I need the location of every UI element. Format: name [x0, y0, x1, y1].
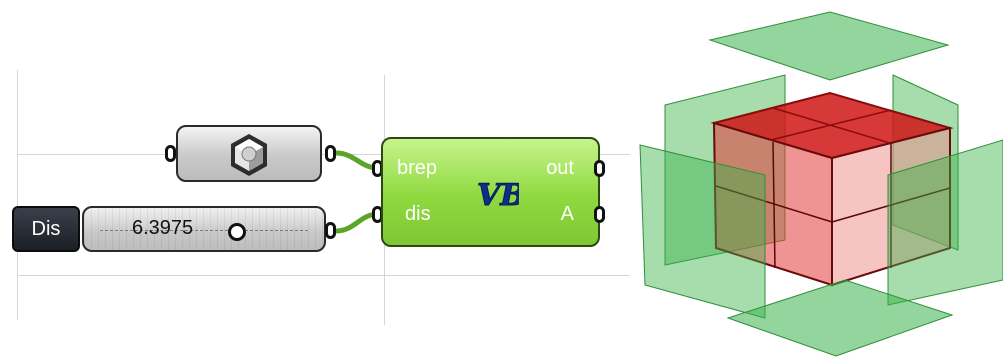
brep-geometry-icon [231, 134, 267, 176]
plane-front-left [639, 144, 766, 319]
slider-value: 6.3975 [132, 217, 194, 239]
grid-line [17, 275, 630, 276]
a-output-grip[interactable] [594, 206, 605, 223]
input-param-brep[interactable]: brep [397, 157, 437, 180]
geometry-input-grip[interactable] [165, 145, 176, 162]
slider-name-label[interactable]: Dis [12, 206, 80, 252]
grid-line [17, 70, 18, 320]
geometry-output-grip[interactable] [325, 145, 336, 162]
grasshopper-canvas[interactable]: Dis 6.3975 brep dis out A VB [0, 0, 630, 361]
output-param-a[interactable]: A [561, 203, 574, 226]
vb-logo-text: VB [477, 178, 519, 213]
number-slider[interactable]: 6.3975 [82, 206, 326, 252]
output-param-out[interactable]: out [546, 157, 574, 180]
plane-top [708, 11, 950, 81]
geometry-parameter-component[interactable] [176, 125, 322, 182]
out-output-grip[interactable] [594, 160, 605, 177]
slider-output-grip[interactable] [325, 222, 336, 239]
vb-script-component[interactable]: brep dis out A VB [381, 137, 600, 247]
slider-knob[interactable] [228, 223, 246, 241]
vb-script-icon: VB [477, 178, 520, 214]
input-param-dis[interactable]: dis [405, 203, 431, 226]
rhino-viewport-preview [639, 11, 1003, 357]
